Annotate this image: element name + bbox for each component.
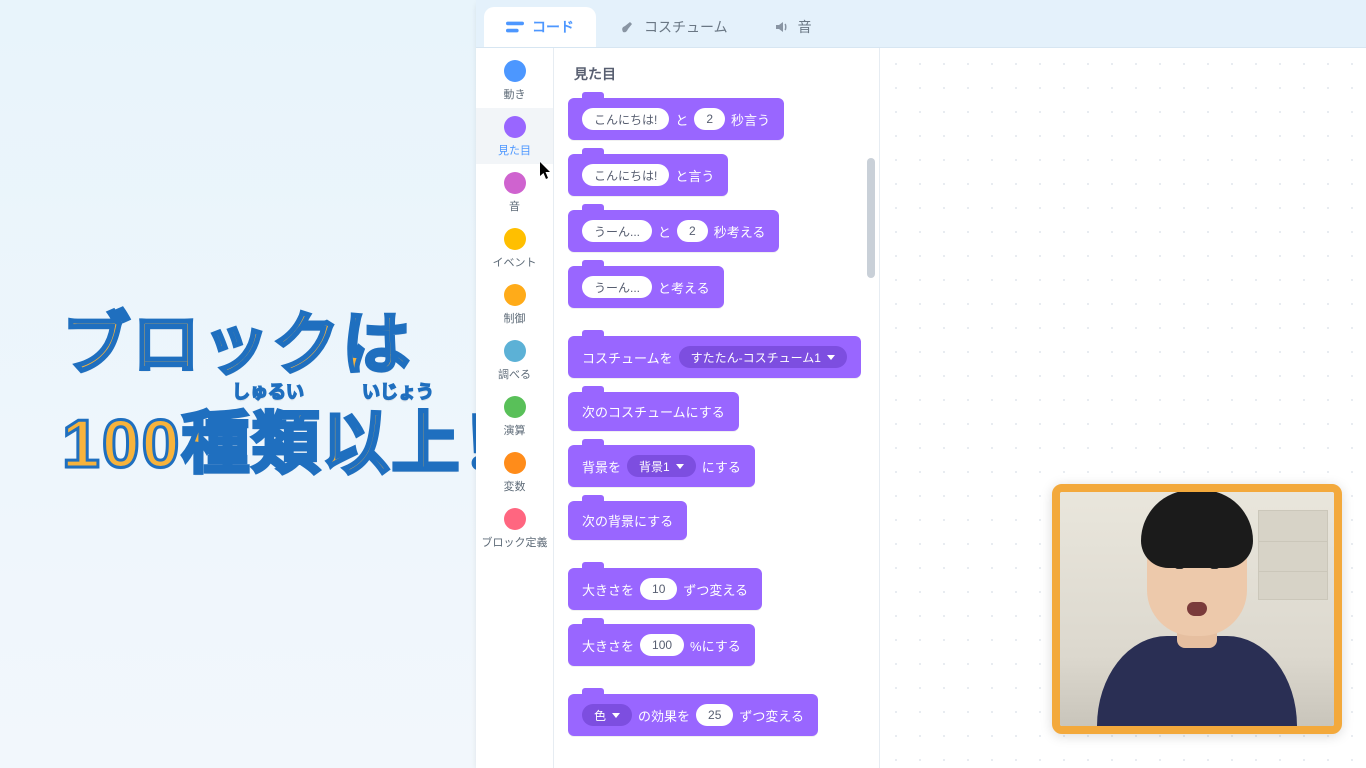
block-text: 秒言う	[731, 110, 770, 129]
category-control[interactable]: 制御	[476, 276, 553, 332]
category-label: イベント	[493, 254, 537, 270]
block-say-for-secs[interactable]: こんにちは! と 2 秒言う	[568, 98, 784, 140]
caption-ruby-1: しゅるい	[232, 383, 304, 403]
code-icon	[506, 20, 524, 34]
chevron-down-icon	[827, 355, 835, 360]
category-sound[interactable]: 音	[476, 164, 553, 220]
tab-bar: コード コスチューム 音	[476, 0, 1366, 48]
category-label: 調べる	[498, 366, 531, 382]
number-input[interactable]: 2	[694, 108, 725, 130]
tab-code-label: コード	[532, 17, 574, 37]
block-text: %にする	[690, 636, 741, 655]
text-input[interactable]: こんにちは!	[582, 164, 669, 186]
dropdown-value: 背景1	[639, 458, 670, 475]
sound-icon	[774, 19, 790, 35]
dot-icon	[504, 396, 526, 418]
category-operators[interactable]: 演算	[476, 388, 553, 444]
category-label: 音	[509, 198, 520, 214]
text-input[interactable]: うーん...	[582, 276, 652, 298]
category-motion[interactable]: 動き	[476, 52, 553, 108]
brush-icon	[620, 19, 636, 35]
category-label: 動き	[504, 86, 526, 102]
dropdown-input[interactable]: 色	[582, 704, 632, 726]
tab-sounds-label: 音	[798, 17, 812, 37]
block-text: の効果を	[638, 706, 690, 725]
category-label: 制御	[504, 310, 526, 326]
block-text: 秒考える	[714, 222, 766, 241]
block-text: にする	[702, 457, 741, 476]
block-text: ずつ変える	[739, 706, 804, 725]
dropdown-value: すたたん-コスチューム1	[691, 349, 821, 366]
dot-icon	[504, 284, 526, 306]
caption-ruby-2: いじょう	[362, 383, 434, 403]
block-think-for-secs[interactable]: うーん... と 2 秒考える	[568, 210, 779, 252]
chevron-down-icon	[612, 713, 620, 718]
number-input[interactable]: 100	[640, 634, 684, 656]
caption-overlay: ブロックは しゅるい いじょう 100種類以上！	[62, 308, 531, 482]
dot-icon	[504, 452, 526, 474]
dot-icon	[504, 508, 526, 530]
block-text: 大きさを	[582, 636, 634, 655]
block-text: と言う	[675, 166, 714, 185]
category-myblocks[interactable]: ブロック定義	[476, 500, 553, 556]
dropdown-value: 色	[594, 707, 606, 724]
category-label: ブロック定義	[482, 534, 548, 550]
block-say[interactable]: こんにちは! と言う	[568, 154, 728, 196]
category-events[interactable]: イベント	[476, 220, 553, 276]
block-text: 次のコスチュームにする	[582, 402, 725, 421]
chevron-down-icon	[676, 464, 684, 469]
dropdown-input[interactable]: 背景1	[627, 455, 696, 477]
category-label: 見た目	[498, 142, 531, 158]
block-change-effect[interactable]: 色 の効果を 25 ずつ変える	[568, 694, 818, 736]
tab-sounds[interactable]: 音	[752, 7, 834, 47]
caption-line2: 100種類以上！	[62, 407, 531, 482]
scrollbar-thumb[interactable]	[867, 158, 875, 278]
text-input[interactable]: うーん...	[582, 220, 652, 242]
block-change-size[interactable]: 大きさを 10 ずつ変える	[568, 568, 762, 610]
block-next-costume[interactable]: 次のコスチュームにする	[568, 392, 739, 431]
category-sidebar: 動き 見た目 音 イベント 制御 調べる	[476, 48, 554, 768]
dot-icon	[504, 172, 526, 194]
tab-code[interactable]: コード	[484, 7, 596, 47]
number-input[interactable]: 2	[677, 220, 708, 242]
block-next-backdrop[interactable]: 次の背景にする	[568, 501, 687, 540]
dot-icon	[504, 228, 526, 250]
block-switch-costume[interactable]: コスチュームを すたたん-コスチューム1	[568, 336, 861, 378]
tab-costumes-label: コスチューム	[644, 17, 728, 37]
category-label: 変数	[504, 478, 526, 494]
block-text: と	[658, 222, 671, 241]
dot-icon	[504, 60, 526, 82]
block-text: コスチュームを	[582, 348, 673, 367]
block-text: と考える	[658, 278, 710, 297]
block-text: 背景を	[582, 457, 621, 476]
dropdown-input[interactable]: すたたん-コスチューム1	[679, 346, 847, 368]
block-text: ずつ変える	[683, 580, 748, 599]
block-think[interactable]: うーん... と考える	[568, 266, 724, 308]
block-text: 大きさを	[582, 580, 634, 599]
category-looks[interactable]: 見た目	[476, 108, 553, 164]
caption-line1: ブロックは	[62, 308, 531, 383]
number-input[interactable]: 10	[640, 578, 677, 600]
block-switch-backdrop[interactable]: 背景を 背景1 にする	[568, 445, 755, 487]
block-text: 次の背景にする	[582, 511, 673, 530]
number-input[interactable]: 25	[696, 704, 733, 726]
tab-costumes[interactable]: コスチューム	[598, 7, 750, 47]
dot-icon	[504, 340, 526, 362]
block-text: と	[675, 110, 688, 129]
block-set-size[interactable]: 大きさを 100 %にする	[568, 624, 755, 666]
dot-icon	[504, 116, 526, 138]
category-label: 演算	[504, 422, 526, 438]
presenter-video	[1052, 484, 1342, 734]
category-variables[interactable]: 変数	[476, 444, 553, 500]
category-sensing[interactable]: 調べる	[476, 332, 553, 388]
palette-heading: 見た目	[574, 64, 865, 84]
block-palette[interactable]: 見た目 こんにちは! と 2 秒言う こんにちは! と言う うーん...	[554, 48, 880, 768]
text-input[interactable]: こんにちは!	[582, 108, 669, 130]
